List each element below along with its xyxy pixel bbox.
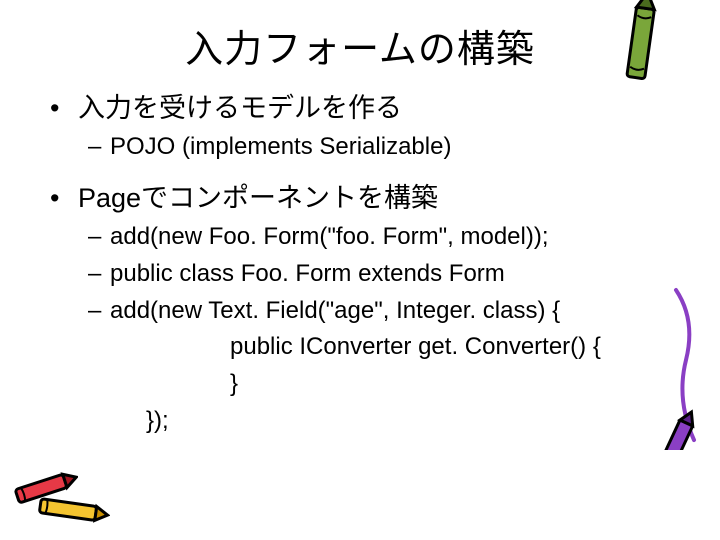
bullet-subtext: public class Foo. Form extends Form [110,260,505,287]
bullet-text: Pageでコンポーネントを構築 [78,183,438,213]
code-text: } [230,370,238,397]
bullet-level2: POJO (implements Serializable) [70,130,660,165]
bullet-subtext: add(new Foo. Form("foo. Form", model)); [110,223,549,250]
slide: 入力フォームの構築 入力を受けるモデルを作る POJO (implements … [0,0,720,540]
bullet-level2: public class Foo. Form extends Form [70,257,660,292]
bullet-level2: add(new Text. Field("age", Integer. clas… [70,294,660,329]
slide-body: 入力を受けるモデルを作る POJO (implements Serializab… [0,73,720,439]
code-line: } [70,367,660,402]
bullet-level1: Pageでコンポーネントを構築 [70,179,660,218]
bullet-subtext: POJO (implements Serializable) [110,133,451,160]
crayon-icon [32,491,110,534]
code-line: }); [70,404,660,439]
code-text: public IConverter get. Converter() { [230,333,601,360]
code-line: public IConverter get. Converter() { [70,330,660,365]
crayon-icon [620,0,662,95]
bullet-subtext: add(new Text. Field("age", Integer. clas… [110,297,560,324]
bullet-level2: add(new Foo. Form("foo. Form", model)); [70,220,660,255]
crayon-icon [656,280,716,455]
code-text: }); [146,407,169,434]
bullet-text: 入力を受けるモデルを作る [78,93,402,123]
slide-title: 入力フォームの構築 [0,0,720,73]
bullet-level1: 入力を受けるモデルを作る [70,89,660,128]
